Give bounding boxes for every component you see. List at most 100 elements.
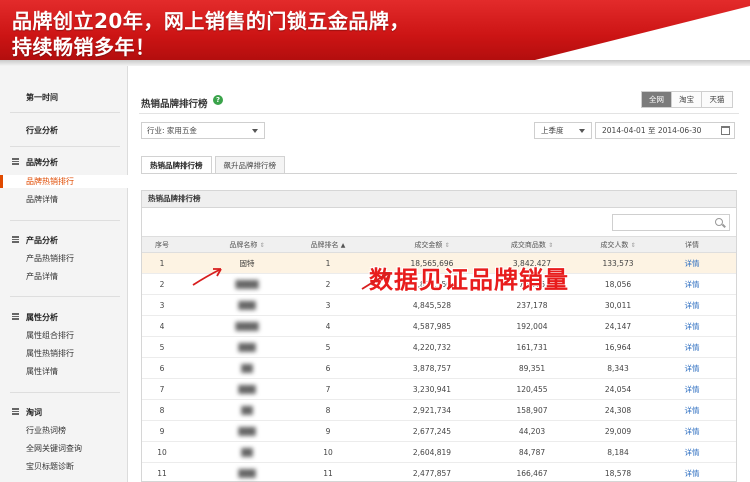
sidebar-section-taoci[interactable]: 淘词 [26,407,42,418]
column-header-brand-rank[interactable]: 品牌排名 ▲ [292,237,364,254]
sidebar-item-product-hot-ranking[interactable]: 产品热销排行 [26,253,74,264]
tab-rising-brand-ranking[interactable]: 飙升品牌排行榜 [214,156,285,174]
cell-brand-name: ██ [241,406,253,415]
sidebar-item-attr-hot-ranking[interactable]: 属性热销排行 [26,348,74,359]
sidebar-divider [10,146,120,147]
cell-buyer-count: 8,184 [607,448,629,457]
sidebar-item-attr-detail[interactable]: 属性详情 [26,366,58,377]
cell-rank: 5 [159,343,165,352]
list-icon [12,408,19,415]
detail-link[interactable]: 详情 [662,295,722,316]
cell-buyer-count: 24,308 [604,406,632,415]
industry-select[interactable]: 行业: 家用五金 [141,122,265,139]
column-header-detail: 详情 [685,241,699,249]
search-input[interactable] [612,214,730,231]
platform-tmall-button[interactable]: 天猫 [702,92,732,107]
platform-all-button[interactable]: 全网 [642,92,672,107]
sidebar-item-industry-hot-words[interactable]: 行业热词榜 [26,425,66,436]
tab-hot-brand-ranking[interactable]: 热销品牌排行榜 [141,156,212,174]
table-row: 5 ███ 5 4,220,732 161,731 16,964 详情 [142,337,736,358]
cell-brand-name: ██ [241,364,253,373]
help-icon[interactable]: ? [213,95,223,105]
industry-select-value: 行业: 家用五金 [147,126,197,135]
cell-buyer-count: 24,147 [604,322,632,331]
sidebar-item-first-time[interactable]: 第一时间 [26,92,58,103]
cell-buyer-count: 16,964 [604,343,632,352]
sidebar-item-brand-detail[interactable]: 品牌详情 [26,194,58,205]
cell-rank: 8 [159,406,165,415]
sidebar: 第一时间 行业分析 品牌分析 品牌热销排行 品牌详情 产品分析 产品热销排行 产… [0,66,128,482]
cell-buyer-count: 24,054 [604,385,632,394]
cell-buyer-count: 18,578 [604,469,632,478]
cell-brand-rank: 11 [323,469,333,478]
period-select[interactable]: 上季度 [534,122,592,139]
cell-buyer-count: 133,573 [602,259,634,268]
sidebar-item-industry-analysis[interactable]: 行业分析 [26,125,58,136]
cell-brand-rank: 4 [325,322,331,331]
cell-rank: 11 [157,469,167,478]
tabs-divider [141,173,737,174]
cell-rank: 7 [159,385,165,394]
calendar-icon[interactable] [721,126,730,135]
detail-link[interactable]: 详情 [662,337,722,358]
sidebar-divider [10,392,120,393]
detail-link[interactable]: 详情 [662,463,722,482]
date-range-picker[interactable]: 2014-04-01 至 2014-06-30 [595,122,735,139]
sort-icon[interactable]: ⇕ [548,242,553,249]
table-header: 序号 品牌名称 ⇕ 品牌排名 ▲ 成交金额 ⇕ 成交商品数 ⇕ 成交人数 ⇕ 详… [142,236,736,253]
column-header-rank: 序号 [155,241,169,249]
sidebar-item-brand-hot-ranking[interactable]: 品牌热销排行 [0,175,128,188]
detail-link[interactable]: 详情 [662,442,722,463]
table-row: 8 ██ 8 2,921,734 158,907 24,308 详情 [142,400,736,421]
sidebar-item-product-detail[interactable]: 产品详情 [26,271,58,282]
header-divider [139,113,739,114]
sort-icon[interactable]: ⇕ [445,242,450,249]
column-header-brand[interactable]: 品牌名称 ⇕ [197,237,297,254]
sidebar-item-title-diagnosis[interactable]: 宝贝标题诊断 [26,461,74,472]
cell-rank: 4 [159,322,165,331]
sort-icon[interactable]: ⇕ [260,242,265,249]
cell-brand-name: 固特 [239,259,255,268]
cell-rank: 1 [159,259,165,268]
cell-brand-name: ███ [238,301,256,310]
column-header-people[interactable]: 成交人数 ⇕ [558,237,678,254]
sort-icon[interactable]: ⇕ [631,242,636,249]
table-row: 6 ██ 6 3,878,757 89,351 8,343 详情 [142,358,736,379]
platform-switch: 全网 淘宝 天猫 [641,91,733,108]
chevron-down-icon [579,129,585,133]
platform-taobao-button[interactable]: 淘宝 [672,92,702,107]
promo-overlay-text: 数据见证品牌销量 [369,266,569,294]
sidebar-section-brand-analysis[interactable]: 品牌分析 [26,157,58,168]
detail-link[interactable]: 详情 [662,400,722,421]
detail-link[interactable]: 详情 [662,316,722,337]
sidebar-item-attr-combo-ranking[interactable]: 属性组合排行 [26,330,74,341]
cell-rank: 3 [159,301,165,310]
sidebar-section-product-analysis[interactable]: 产品分析 [26,235,58,246]
detail-link[interactable]: 详情 [662,379,722,400]
cell-brand-rank: 6 [325,364,331,373]
cell-brand-name: ████ [235,280,259,289]
cell-rank: 2 [159,280,165,289]
sidebar-item-keyword-query[interactable]: 全网关键词查询 [26,443,82,454]
cell-brand-rank: 3 [325,301,331,310]
detail-link[interactable]: 详情 [662,421,722,442]
cell-brand-rank: 7 [325,385,331,394]
detail-link[interactable]: 详情 [662,253,722,274]
search-icon[interactable] [715,218,723,226]
date-range-value: 2014-04-01 至 2014-06-30 [602,126,702,135]
panel-title: 热销品牌排行榜 [142,191,736,208]
cell-buyer-count: 29,009 [604,427,632,436]
table-row: 4 ████ 4 4,587,985 192,004 24,147 详情 [142,316,736,337]
cell-buyer-count: 30,011 [604,301,632,310]
cell-brand-rank: 1 [325,259,331,268]
cell-brand-rank: 10 [323,448,333,457]
detail-link[interactable]: 详情 [662,358,722,379]
cell-brand-name: ████ [235,322,259,331]
banner-headline-line2: 持续畅销多年！ [12,35,156,59]
list-icon [12,236,19,243]
sidebar-divider [10,220,120,221]
sidebar-section-attribute-analysis[interactable]: 属性分析 [26,312,58,323]
cell-buyer-count: 8,343 [607,364,629,373]
sort-active-icon[interactable]: ▲ [341,242,346,249]
detail-link[interactable]: 详情 [662,274,722,295]
